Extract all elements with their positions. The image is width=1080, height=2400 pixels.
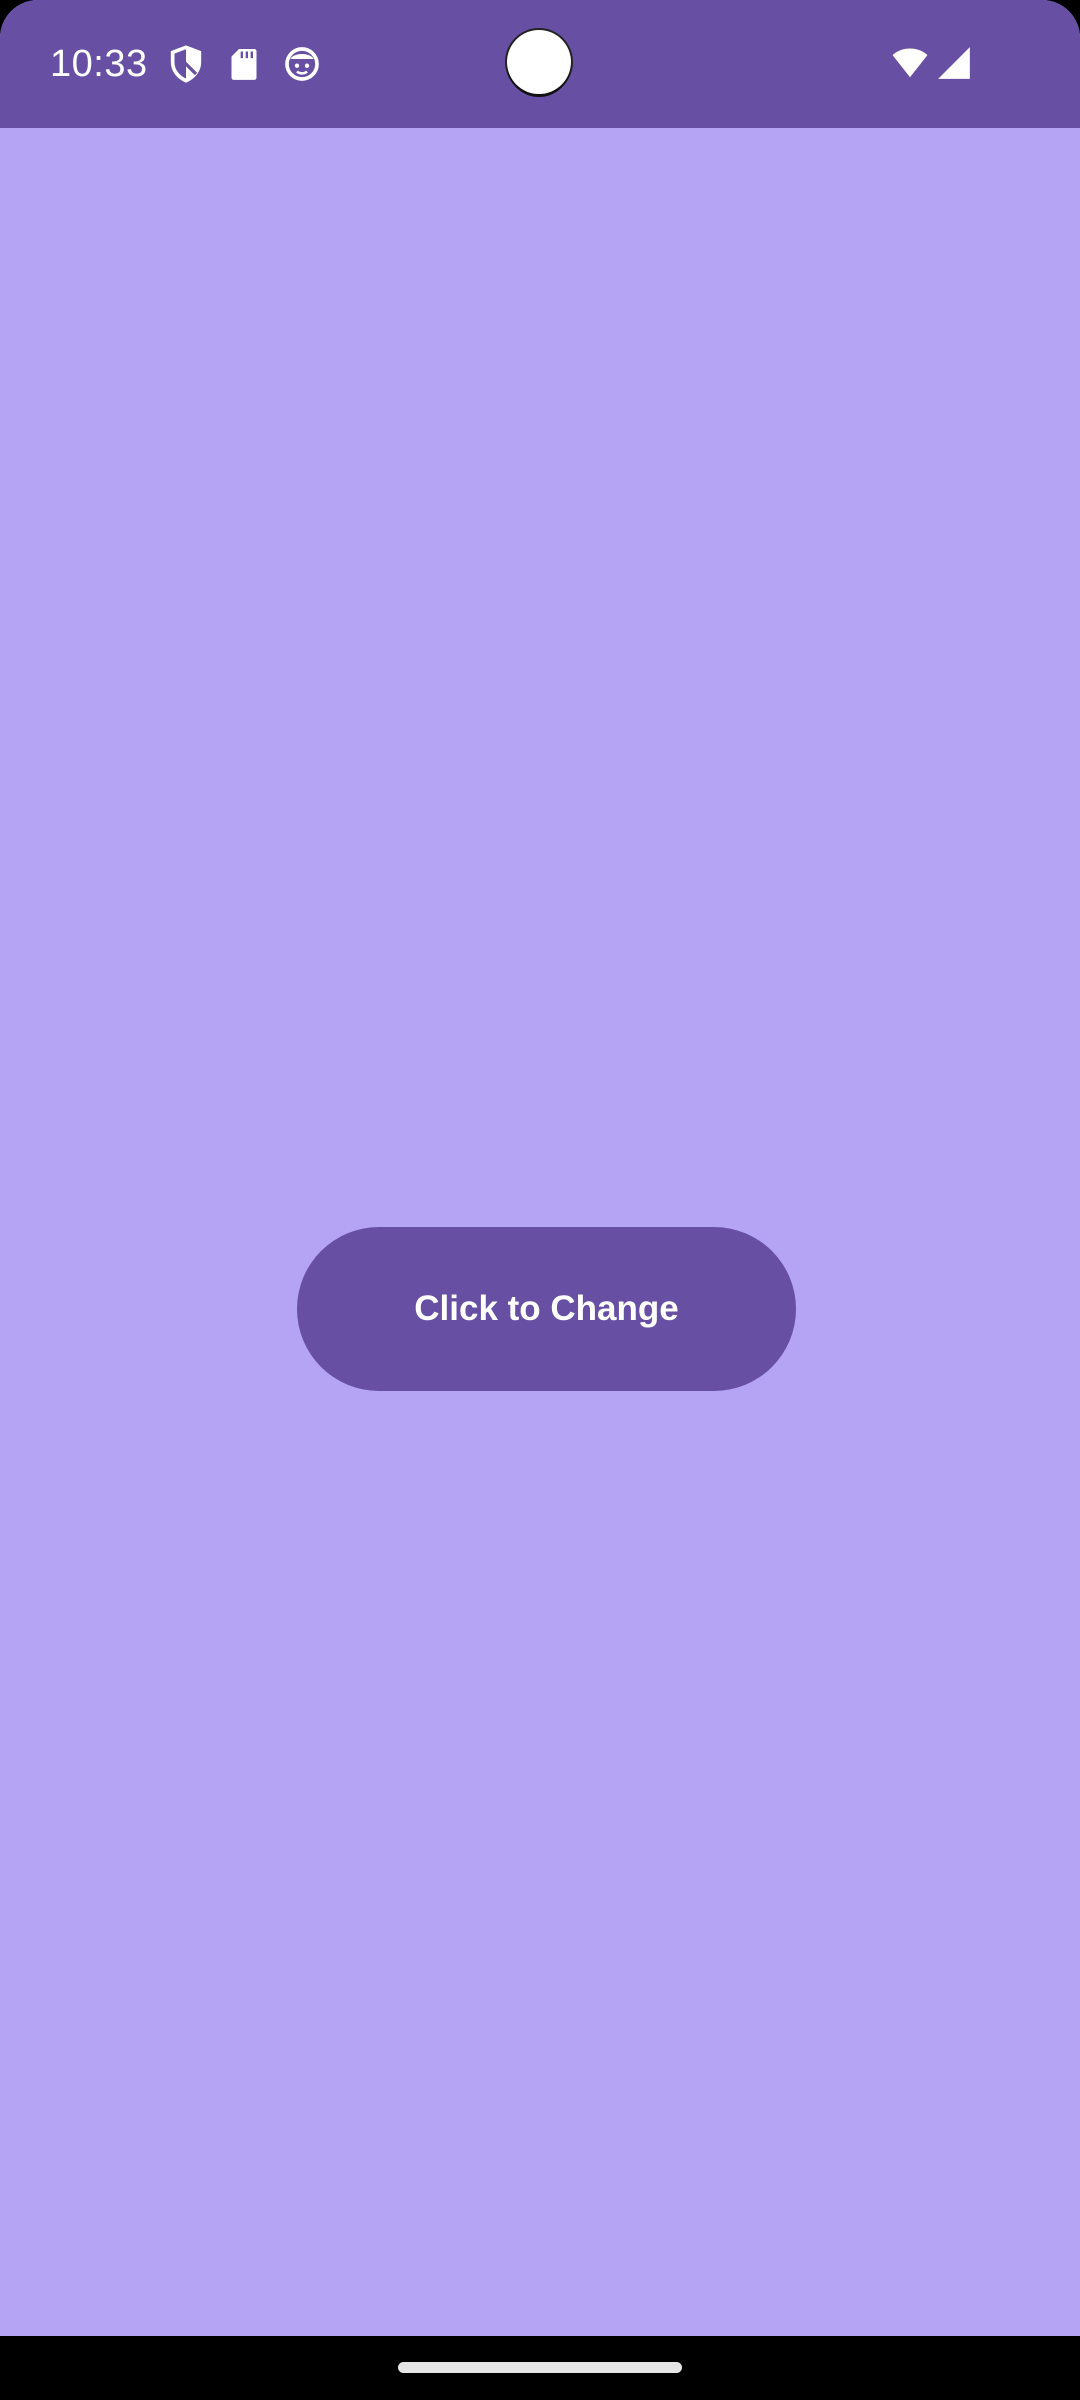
face-icon — [282, 44, 322, 84]
wifi-icon — [890, 44, 930, 82]
front-camera — [507, 30, 571, 94]
sd-card-icon — [224, 44, 264, 84]
home-indicator[interactable] — [398, 2362, 682, 2373]
status-bar: 10:33 — [0, 0, 1080, 128]
navigation-bar — [0, 2336, 1080, 2400]
shield-icon — [166, 44, 206, 84]
signal-icon — [934, 44, 974, 82]
click-to-change-button[interactable]: Click to Change — [297, 1227, 796, 1391]
app-screen: 10:33 Click to Change — [0, 0, 1080, 2400]
status-time: 10:33 — [50, 43, 148, 85]
